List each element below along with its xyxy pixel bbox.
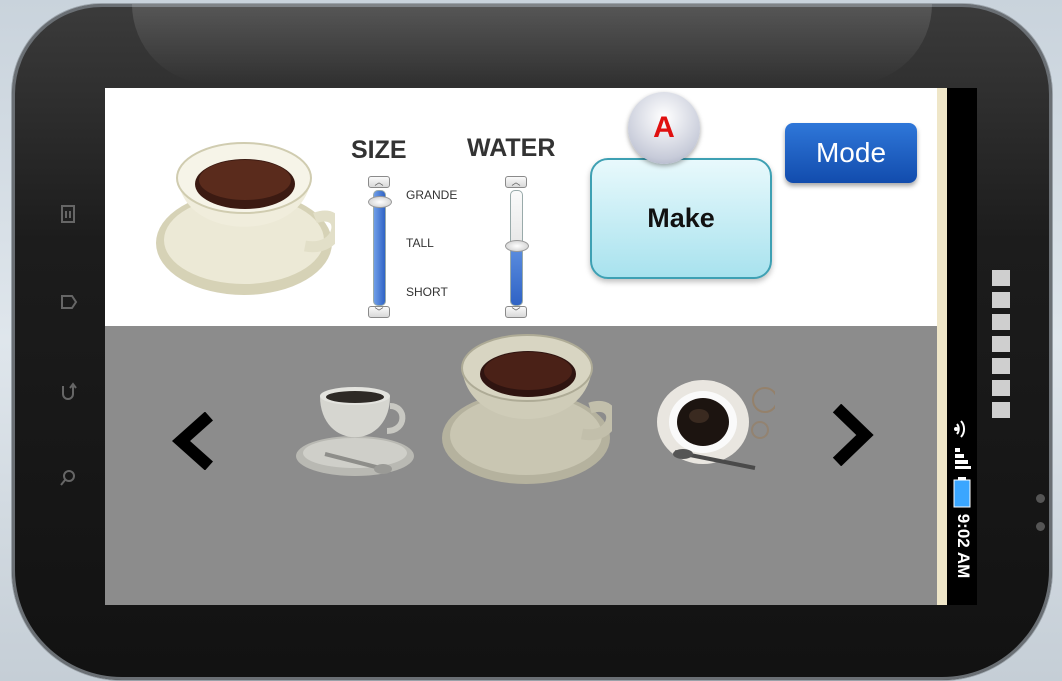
status-bar: 9:02 AM: [947, 88, 977, 605]
mode-button[interactable]: Mode: [785, 123, 917, 183]
size-down-button[interactable]: ﹀: [368, 306, 390, 318]
size-up-button[interactable]: ︿: [368, 176, 390, 188]
signal-icon: [955, 448, 971, 469]
screen-edge: [937, 88, 947, 605]
water-slider[interactable]: ︿ ﹀: [505, 176, 529, 318]
water-label: WATER: [467, 134, 556, 162]
water-up-button[interactable]: ︿: [505, 176, 527, 188]
water-down-button[interactable]: ﹀: [505, 306, 527, 318]
battery-icon: [953, 477, 971, 508]
size-slider-thumb[interactable]: [368, 196, 392, 208]
chevron-right-icon[interactable]: [829, 404, 875, 466]
make-button[interactable]: Make: [590, 158, 772, 279]
chevron-left-icon[interactable]: [171, 412, 217, 470]
cup-carousel: [105, 326, 947, 605]
app-screen: SIZE WATER ︿ ﹀ GRANDE TALL SHORT ︿ ﹀ Mak…: [105, 88, 947, 605]
carousel-item-coffee-cup-large[interactable]: [440, 326, 612, 486]
back-key-icon[interactable]: [58, 382, 78, 402]
size-tick-grande: GRANDE: [406, 188, 458, 202]
search-key-icon[interactable]: [58, 468, 78, 488]
sensor-dot: [1036, 494, 1045, 503]
brand-logo: [992, 270, 1010, 418]
coffee-cup-preview: [156, 142, 335, 295]
home-key-icon[interactable]: [58, 292, 78, 312]
size-tick-tall: TALL: [406, 236, 434, 250]
size-label: SIZE: [351, 136, 407, 164]
sensor-dot: [1036, 522, 1045, 531]
carousel-item-coffee-cup-topview[interactable]: [655, 380, 775, 470]
water-slider-thumb[interactable]: [505, 240, 529, 252]
size-tick-short: SHORT: [406, 285, 448, 299]
menu-key-icon[interactable]: [58, 204, 78, 224]
step-badge: A: [628, 92, 700, 164]
size-slider[interactable]: ︿ ﹀: [368, 176, 392, 318]
status-time: 9:02 AM: [954, 513, 973, 579]
control-panel: SIZE WATER ︿ ﹀ GRANDE TALL SHORT ︿ ﹀ Mak…: [105, 88, 947, 326]
carousel-item-espresso-cup[interactable]: [295, 376, 420, 478]
wifi-icon: [954, 420, 965, 438]
